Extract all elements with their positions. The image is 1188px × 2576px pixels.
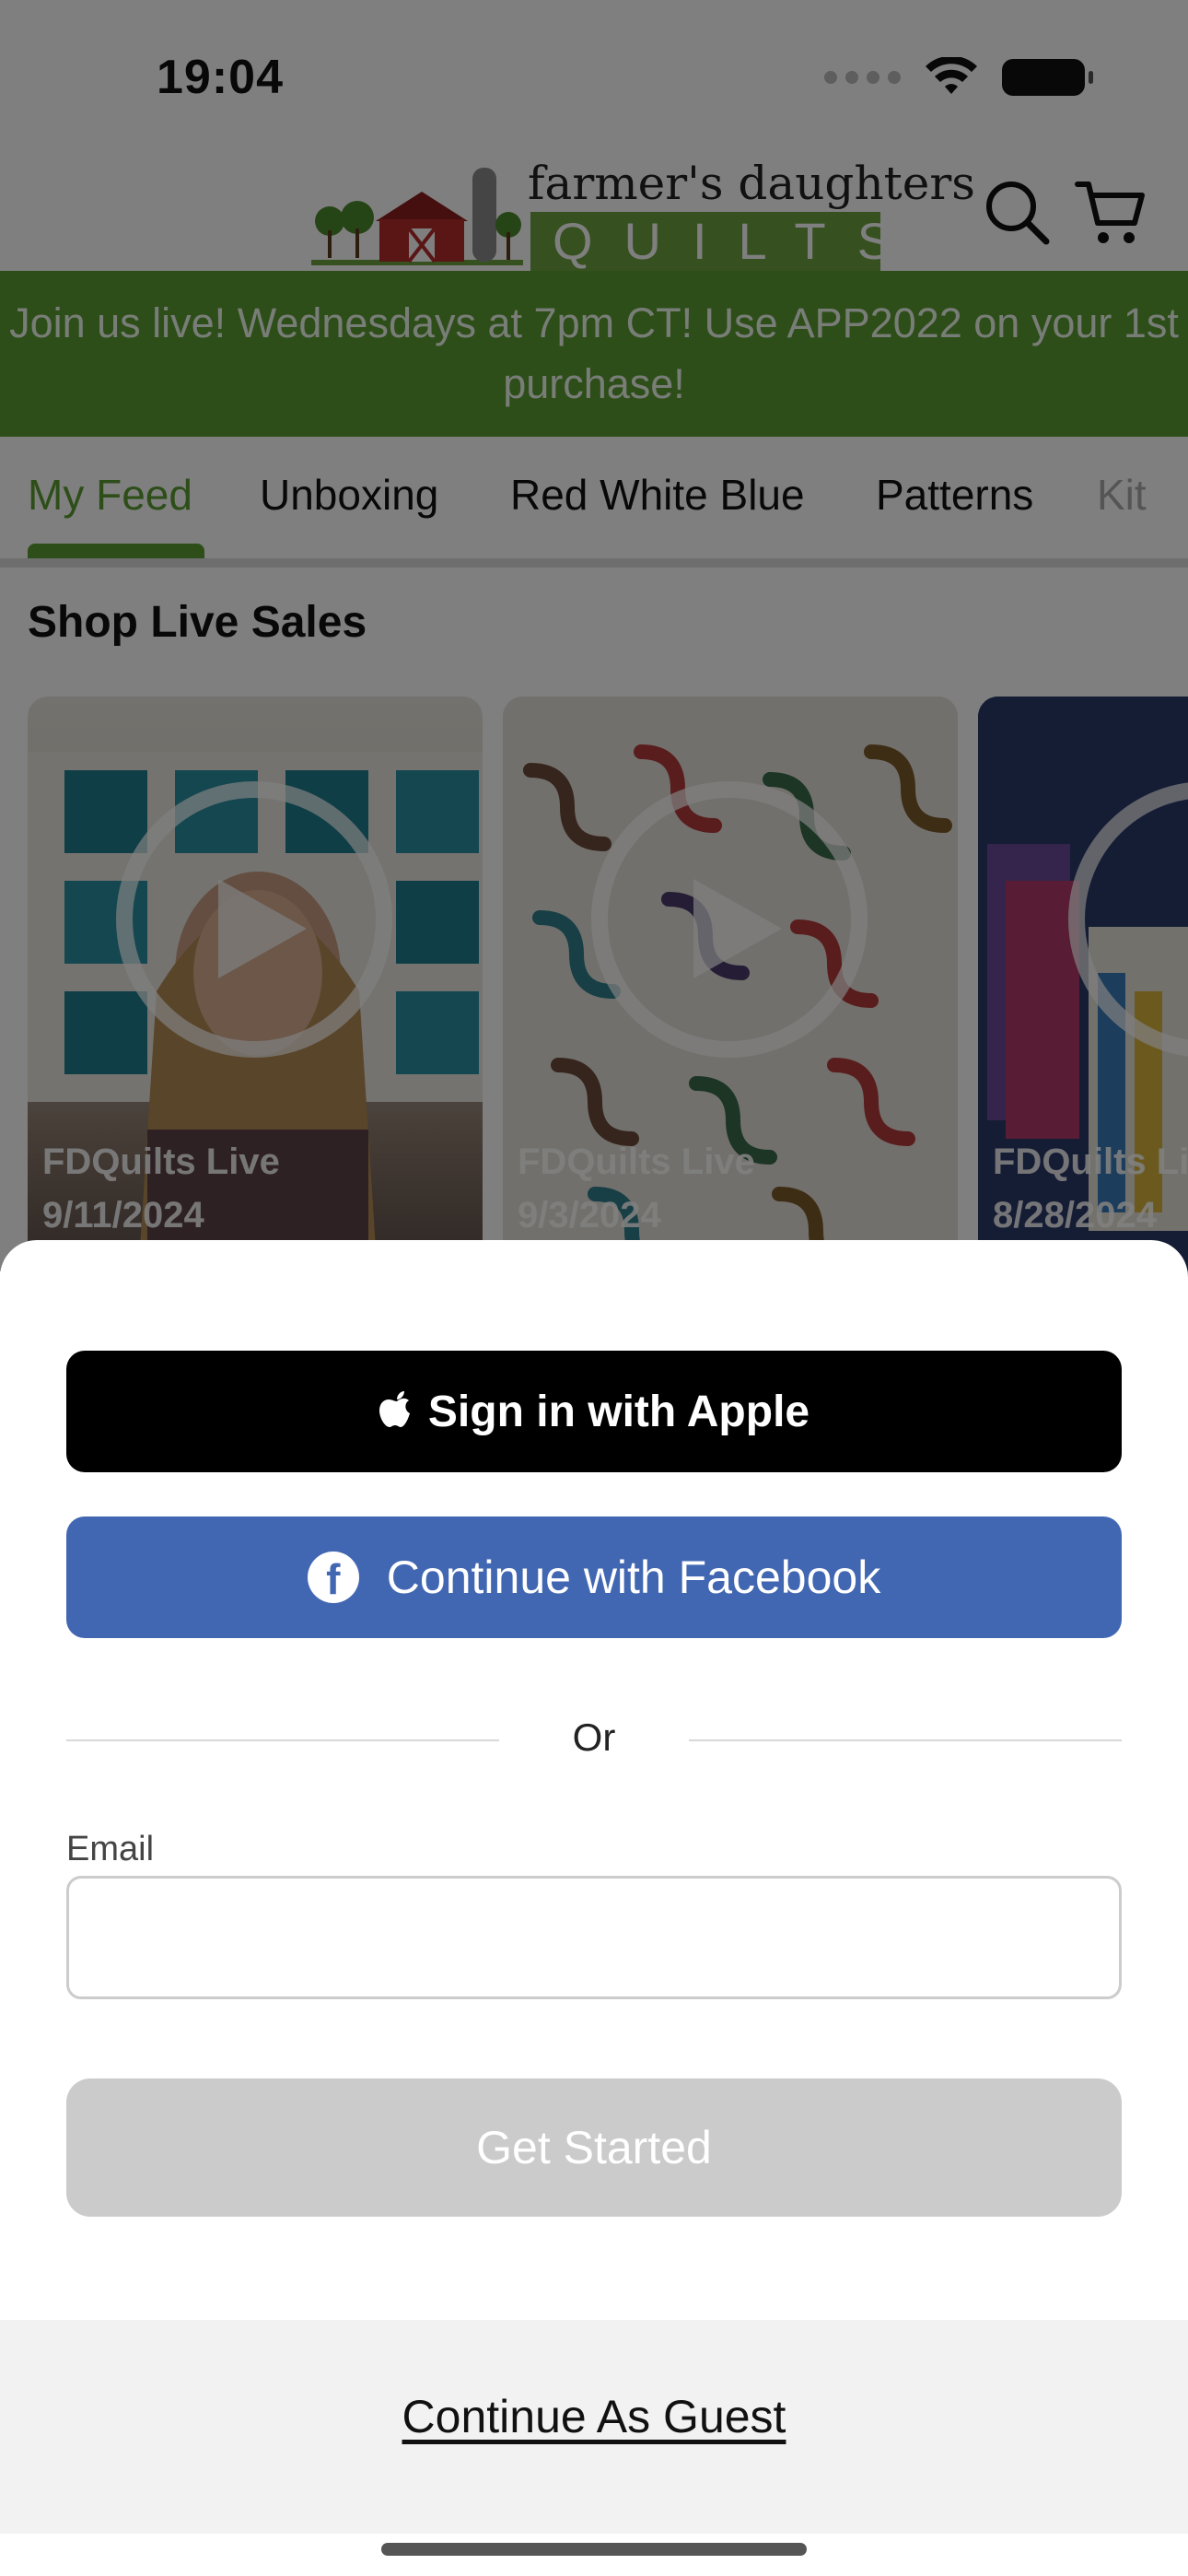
- continue-as-guest-link[interactable]: Continue As Guest: [0, 2390, 1188, 2443]
- or-divider-text: Or: [572, 1715, 616, 1759]
- email-input[interactable]: [66, 1876, 1122, 1999]
- get-started-label: Get Started: [476, 2122, 712, 2173]
- home-indicator: [381, 2543, 807, 2556]
- email-label: Email: [66, 1830, 155, 1868]
- modal-backdrop[interactable]: [0, 0, 1188, 1271]
- apple-button-label: Sign in with Apple: [427, 1387, 810, 1436]
- continue-with-facebook-button[interactable]: f Continue with Facebook: [66, 1516, 1122, 1638]
- app-background: 19:04: [0, 0, 1188, 1277]
- get-started-button[interactable]: Get Started: [66, 2078, 1122, 2217]
- facebook-icon: f: [307, 1551, 359, 1603]
- facebook-button-label: Continue with Facebook: [386, 1551, 881, 1603]
- apple-icon: [379, 1391, 410, 1427]
- guest-footer: Continue As Guest: [0, 2320, 1188, 2534]
- sign-in-with-apple-button[interactable]: Sign in with Apple: [66, 1351, 1122, 1472]
- sign-in-sheet: Sign in with Apple f Continue with Faceb…: [0, 1240, 1188, 2576]
